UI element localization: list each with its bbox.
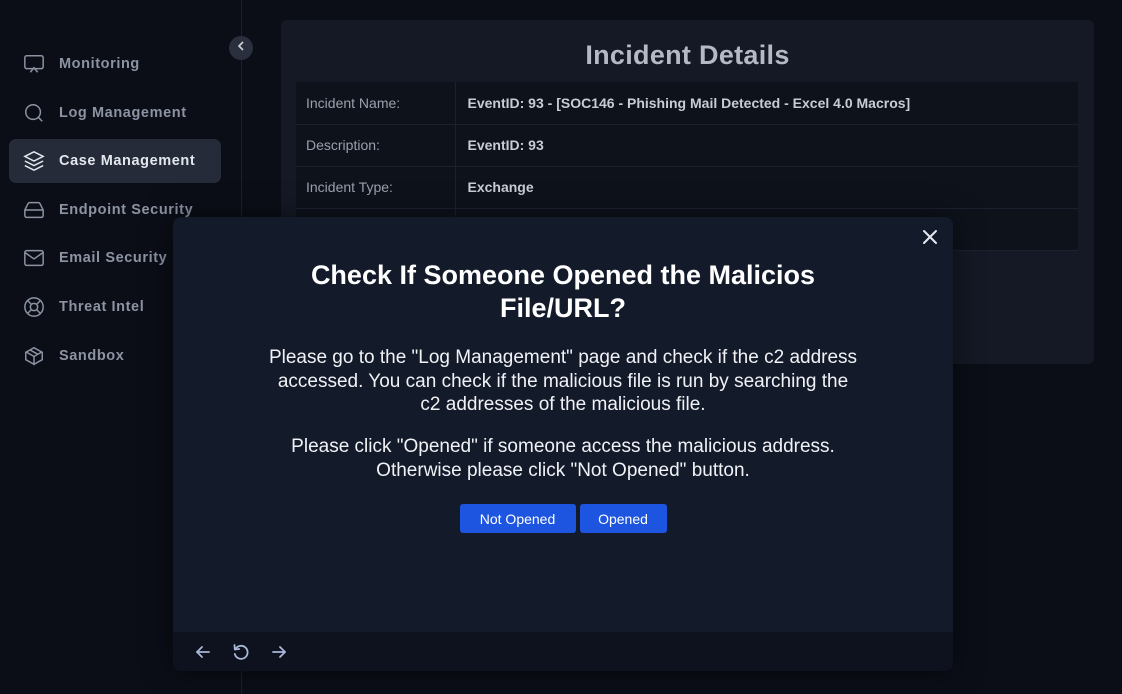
arrow-left-icon[interactable] — [192, 641, 214, 663]
incident-type-value: Exchange — [455, 166, 1078, 209]
mail-icon — [22, 246, 46, 270]
sidebar-item-label: Monitoring — [59, 56, 140, 72]
table-row: Incident Type: Exchange — [296, 166, 1078, 209]
modal-footer — [173, 632, 953, 671]
sidebar-item-label: Threat Intel — [59, 298, 145, 315]
incident-name-value: EventID: 93 - [SOC146 - Phishing Mail De… — [455, 82, 1078, 125]
sidebar-collapse-button[interactable] — [229, 36, 253, 60]
sidebar-item-label: Log Management — [59, 104, 187, 121]
description-value: EventID: 93 — [455, 124, 1078, 167]
sidebar-item-label: Case Management — [59, 153, 196, 170]
box-icon — [22, 344, 46, 368]
table-row: Incident Name: EventID: 93 - [SOC146 - P… — [296, 82, 1078, 125]
lifebuoy-icon — [22, 295, 46, 319]
sidebar-item-case-management[interactable]: Case Management — [9, 139, 221, 184]
chevron-left-icon — [235, 39, 247, 57]
incident-details-title: Incident Details — [585, 40, 790, 70]
sidebar-item-label: Email Security — [59, 250, 168, 267]
incident-name-label: Incident Name: — [296, 82, 456, 125]
modal-title: Check If Someone Opened the Malicios Fil… — [310, 260, 816, 323]
hard-drive-icon — [22, 198, 46, 222]
layers-icon — [22, 149, 46, 173]
opened-button[interactable]: Opened — [579, 504, 667, 533]
arrow-right-icon[interactable] — [268, 641, 290, 663]
modal-prompt: Please click "Opened" if someone access … — [291, 436, 835, 481]
modal-button-group: Not Opened Opened — [173, 504, 953, 533]
sidebar-item-log-management[interactable]: Log Management — [9, 91, 221, 135]
monitor-icon — [22, 52, 46, 76]
sidebar-item-label: Endpoint Security — [59, 201, 194, 218]
refresh-icon[interactable] — [230, 641, 252, 663]
table-row: Description: EventID: 93 — [296, 124, 1078, 167]
modal-instructions: Please go to the "Log Management" page a… — [268, 347, 858, 415]
not-opened-button[interactable]: Not Opened — [459, 504, 576, 533]
search-icon — [22, 101, 46, 125]
sidebar-item-label: Sandbox — [59, 347, 125, 364]
close-icon — [922, 229, 938, 250]
sidebar-item-monitoring[interactable]: Monitoring — [9, 42, 221, 86]
playbook-modal: Check If Someone Opened the Malicios Fil… — [173, 217, 953, 671]
modal-close-button[interactable] — [919, 228, 941, 250]
description-label: Description: — [296, 124, 456, 167]
incident-type-label: Incident Type: — [296, 166, 456, 209]
